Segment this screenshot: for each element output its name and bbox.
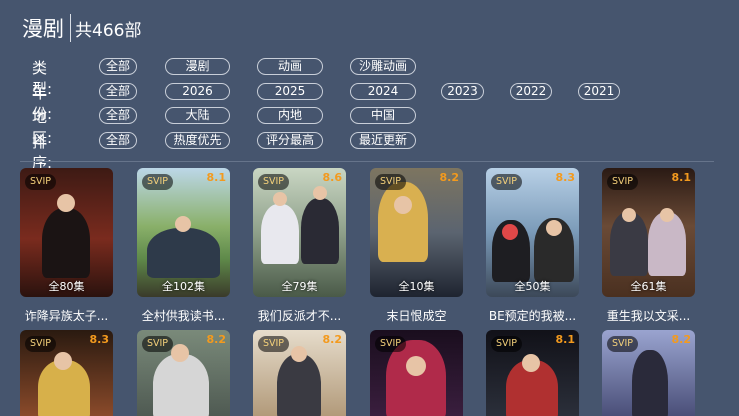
title-divider bbox=[70, 14, 71, 42]
chip-year-2024[interactable]: 2024 bbox=[350, 82, 416, 100]
rating-score: 8.1 bbox=[206, 171, 227, 184]
figure-head bbox=[313, 186, 327, 200]
chip-year-2025[interactable]: 2025 bbox=[257, 82, 323, 100]
total-count: 共466部 bbox=[75, 20, 142, 41]
rating-score: 8.3 bbox=[555, 171, 576, 184]
figure-shape bbox=[301, 198, 339, 264]
svip-badge: SVIP bbox=[375, 336, 406, 352]
svip-badge: SVIP bbox=[25, 174, 56, 190]
chip-type-animation[interactable]: 动画 bbox=[257, 58, 323, 75]
card-title[interactable]: 重生我以文采... bbox=[594, 307, 703, 324]
chip-sort-all[interactable]: 全部 bbox=[99, 131, 137, 149]
chip-region-inland[interactable]: 内地 bbox=[257, 107, 323, 124]
chip-region-mainland[interactable]: 大陆 bbox=[165, 107, 230, 124]
figure-shape bbox=[632, 350, 668, 416]
rating-score: 8.6 bbox=[322, 171, 343, 184]
chip-type-all[interactable]: 全部 bbox=[99, 58, 137, 75]
card-title[interactable]: 全村供我读书... bbox=[129, 307, 238, 324]
svip-badge: SVIP bbox=[607, 174, 638, 190]
rating-score: 8.2 bbox=[322, 333, 343, 346]
svip-badge: SVIP bbox=[142, 174, 173, 190]
figure-shape bbox=[147, 228, 220, 278]
page-title: 漫剧 bbox=[22, 17, 64, 41]
page-header: 漫剧 共466部 bbox=[22, 12, 141, 44]
svip-badge: SVIP bbox=[491, 336, 522, 352]
figure-head bbox=[273, 192, 287, 206]
figure-head bbox=[622, 208, 636, 222]
figure-head bbox=[291, 346, 307, 362]
rating-score: 8.2 bbox=[206, 333, 227, 346]
rating-score: 8.2 bbox=[671, 333, 692, 346]
section-divider bbox=[20, 161, 714, 162]
figure-head bbox=[546, 220, 562, 236]
poster-image: SVIP 8.2 bbox=[137, 330, 230, 416]
card-title[interactable]: BE预定的我被... bbox=[478, 307, 587, 324]
poster-image: SVIP 8.2 bbox=[602, 330, 695, 416]
chip-year-2026[interactable]: 2026 bbox=[165, 82, 230, 100]
figure-head bbox=[406, 356, 426, 376]
episode-count: 全80集 bbox=[48, 280, 85, 293]
figure-shape bbox=[42, 208, 90, 278]
figure-head bbox=[54, 352, 72, 370]
chip-sort-latest[interactable]: 最近更新 bbox=[350, 131, 416, 149]
chip-year-2022[interactable]: 2022 bbox=[510, 82, 552, 100]
rating-score: 8.1 bbox=[555, 333, 576, 346]
svip-badge: SVIP bbox=[258, 174, 289, 190]
figure-head bbox=[57, 194, 75, 212]
chip-year-2023[interactable]: 2023 bbox=[441, 82, 484, 100]
episode-count: 全79集 bbox=[281, 280, 318, 293]
chip-type-manju[interactable]: 漫剧 bbox=[165, 58, 230, 75]
rating-score: 8.1 bbox=[671, 171, 692, 184]
chip-region-china[interactable]: 中国 bbox=[350, 107, 416, 124]
figure-head bbox=[502, 224, 518, 240]
figure-shape bbox=[378, 182, 428, 262]
chip-year-2021[interactable]: 2021 bbox=[578, 82, 620, 100]
svip-badge: SVIP bbox=[491, 174, 522, 190]
filter-label: 排序: bbox=[32, 132, 53, 172]
card-title[interactable]: 我们反派才不... bbox=[245, 307, 354, 324]
episode-count: 全50集 bbox=[514, 280, 551, 293]
svip-badge: SVIP bbox=[25, 336, 56, 352]
svip-badge: SVIP bbox=[375, 174, 406, 190]
card-title[interactable]: 诈降异族太子... bbox=[12, 307, 121, 324]
figure-head bbox=[175, 216, 191, 232]
svip-badge: SVIP bbox=[258, 336, 289, 352]
svip-badge: SVIP bbox=[142, 336, 173, 352]
poster-image: SVIP 8.3 全50集 bbox=[486, 168, 579, 297]
episode-count: 全102集 bbox=[162, 280, 205, 293]
poster-image: SVIP 8.2 全10集 bbox=[370, 168, 463, 297]
episode-count: 全10集 bbox=[398, 280, 435, 293]
figure-shape bbox=[153, 354, 209, 416]
figure-head bbox=[394, 196, 412, 214]
poster-image: SVIP 8.1 bbox=[486, 330, 579, 416]
chip-sort-top-rated[interactable]: 评分最高 bbox=[257, 131, 323, 149]
figure-shape bbox=[277, 354, 321, 416]
figure-head bbox=[522, 354, 540, 372]
figure-head bbox=[660, 208, 674, 222]
rating-score: 8.2 bbox=[439, 171, 460, 184]
figure-head bbox=[171, 344, 189, 362]
chip-type-funny-animation[interactable]: 沙雕动画 bbox=[350, 58, 416, 75]
poster-image: SVIP bbox=[370, 330, 463, 416]
poster-image: SVIP 8.6 全79集 bbox=[253, 168, 346, 297]
svip-badge: SVIP bbox=[607, 336, 638, 352]
chip-region-all[interactable]: 全部 bbox=[99, 107, 137, 124]
episode-count: 全61集 bbox=[630, 280, 667, 293]
poster-image: SVIP 8.1 全102集 bbox=[137, 168, 230, 297]
poster-image: SVIP 8.2 bbox=[253, 330, 346, 416]
poster-image: SVIP 全80集 bbox=[20, 168, 113, 297]
poster-image: SVIP 8.3 bbox=[20, 330, 113, 416]
poster-image: SVIP 8.1 全61集 bbox=[602, 168, 695, 297]
figure-shape bbox=[261, 204, 299, 264]
rating-score: 8.3 bbox=[89, 333, 110, 346]
card-title[interactable]: 末日恨成空 bbox=[362, 307, 471, 324]
chip-year-all[interactable]: 全部 bbox=[99, 82, 137, 100]
chip-sort-popular[interactable]: 热度优先 bbox=[165, 131, 230, 149]
